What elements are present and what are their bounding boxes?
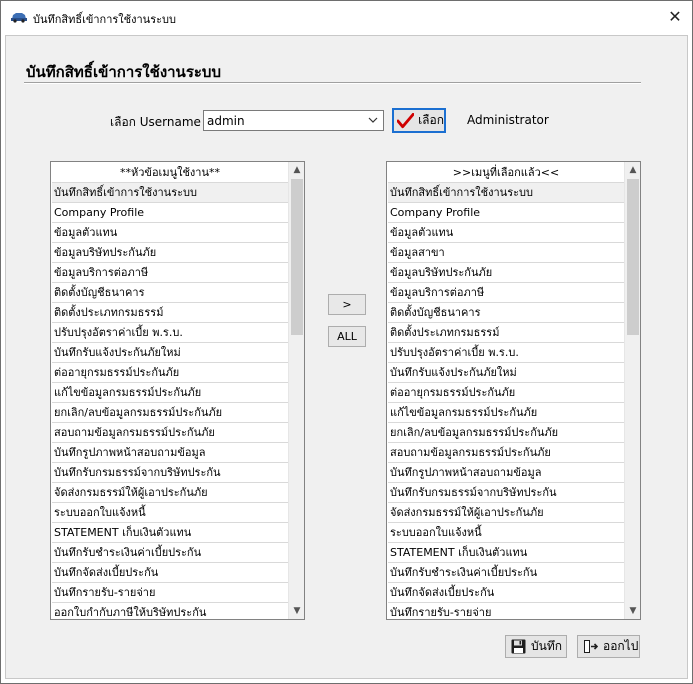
- scroll-down-icon[interactable]: ▼: [289, 603, 304, 619]
- scroll-down-icon[interactable]: ▼: [625, 603, 640, 619]
- username-label: เลือก Username: [110, 115, 201, 129]
- list-item[interactable]: ติดตั้งประเภทกรมธรรม์: [388, 323, 624, 343]
- list-item[interactable]: บันทึกจัดส่งเบี้ยประกัน: [52, 563, 288, 583]
- selected-menu-list[interactable]: >>เมนูที่เลือกแล้ว<< บันทึกสิทธิ์เข้าการ…: [386, 161, 641, 620]
- list-item[interactable]: บันทึกสิทธิ์เข้าการใช้งานระบบ: [52, 183, 288, 203]
- list-item[interactable]: แก้ไขข้อมูลกรมธรรม์ประกันภัย: [388, 403, 624, 423]
- select-user-button[interactable]: เลือก: [392, 108, 446, 133]
- heading-divider: [24, 82, 641, 84]
- list-item[interactable]: ต่ออายุกรมธรรม์ประกันภัย: [388, 383, 624, 403]
- username-value: admin: [207, 114, 245, 128]
- list-item[interactable]: บันทึกสิทธิ์เข้าการใช้งานระบบ: [388, 183, 624, 203]
- list-item[interactable]: ยกเลิก/ลบข้อมูลกรมธรรม์ประกันภัย: [52, 403, 288, 423]
- available-menu-header: **หัวข้อเมนูใช้งาน**: [52, 163, 288, 183]
- username-combobox[interactable]: admin: [203, 110, 384, 131]
- scroll-thumb[interactable]: [291, 179, 303, 335]
- list-item[interactable]: บันทึกรับแจ้งประกันภัยใหม่: [52, 343, 288, 363]
- form-panel: บันทึกสิทธิ์เข้าการใช้งานระบบ เลือก User…: [5, 35, 688, 679]
- list-item[interactable]: บันทึกรับชำระเงินค่าเบี้ยประกัน: [388, 563, 624, 583]
- list-item[interactable]: ออกใบกำกับภาษีให้บริษัทประกัน: [52, 603, 288, 618]
- list-item[interactable]: ข้อมูลบริษัทประกันภัย: [388, 263, 624, 283]
- list-item[interactable]: บันทึกจัดส่งเบี้ยประกัน: [388, 583, 624, 603]
- list-item[interactable]: Company Profile: [388, 203, 624, 223]
- list-item[interactable]: บันทึกรับแจ้งประกันภัยใหม่: [388, 363, 624, 383]
- list-item[interactable]: ติดตั้งประเภทกรมธรรม์: [52, 303, 288, 323]
- selected-menu-scrollbar[interactable]: ▲ ▼: [624, 162, 640, 619]
- list-item[interactable]: ปรับปรุงอัตราค่าเบี้ย พ.ร.บ.: [52, 323, 288, 343]
- list-item[interactable]: ติดตั้งบัญชีธนาคาร: [52, 283, 288, 303]
- list-item[interactable]: บันทึกรับกรมธรรม์จากบริษัทประกัน: [388, 483, 624, 503]
- available-menu-list[interactable]: **หัวข้อเมนูใช้งาน** บันทึกสิทธิ์เข้าการ…: [50, 161, 305, 620]
- exit-button[interactable]: ออกไป: [577, 635, 640, 658]
- list-item[interactable]: ติดตั้งบัญชีธนาคาร: [388, 303, 624, 323]
- scroll-up-icon[interactable]: ▲: [625, 162, 640, 178]
- list-item[interactable]: ต่ออายุกรมธรรม์ประกันภัย: [52, 363, 288, 383]
- list-item[interactable]: ระบบออกใบแจ้งหนี้: [388, 523, 624, 543]
- selected-menu-header: >>เมนูที่เลือกแล้ว<<: [388, 163, 624, 183]
- list-item[interactable]: STATEMENT เก็บเงินตัวแทน: [388, 543, 624, 563]
- list-item[interactable]: STATEMENT เก็บเงินตัวแทน: [52, 523, 288, 543]
- list-item[interactable]: ข้อมูลตัวแทน: [52, 223, 288, 243]
- add-selected-button[interactable]: >: [328, 294, 366, 315]
- select-button-label: เลือก: [418, 113, 444, 127]
- list-item[interactable]: ข้อมูลสาขา: [388, 243, 624, 263]
- close-button[interactable]: ✕: [657, 1, 693, 32]
- available-menu-rows: **หัวข้อเมนูใช้งาน** บันทึกสิทธิ์เข้าการ…: [52, 163, 288, 618]
- list-item[interactable]: บันทึกรับชำระเงินค่าเบี้ยประกัน: [52, 543, 288, 563]
- list-item[interactable]: บันทึกรูปภาพหน้าสอบถามข้อมูล: [388, 463, 624, 483]
- save-button[interactable]: บันทึก: [505, 635, 567, 658]
- list-item[interactable]: จัดส่งกรมธรรม์ให้ผู้เอาประกันภัย: [388, 503, 624, 523]
- list-item[interactable]: สอบถามข้อมูลกรมธรรม์ประกันภัย: [52, 423, 288, 443]
- list-item[interactable]: ข้อมูลบริการต่อภาษี: [52, 263, 288, 283]
- list-item[interactable]: สอบถามข้อมูลกรมธรรม์ประกันภัย: [388, 443, 624, 463]
- form-heading: บันทึกสิทธิ์เข้าการใช้งานระบบ: [26, 63, 221, 81]
- list-item[interactable]: บันทึกรายรับ-รายจ่าย: [52, 583, 288, 603]
- dialog-window: บันทึกสิทธิ์เข้าการใช้งานระบบ ✕ บันทึกสิ…: [0, 0, 693, 684]
- window-title: บันทึกสิทธิ์เข้าการใช้งานระบบ: [33, 13, 176, 26]
- list-item[interactable]: ยกเลิก/ลบข้อมูลกรมธรรม์ประกันภัย: [388, 423, 624, 443]
- chevron-down-icon[interactable]: [365, 112, 381, 129]
- scroll-up-icon[interactable]: ▲: [289, 162, 304, 178]
- list-item[interactable]: ระบบออกใบแจ้งหนี้: [52, 503, 288, 523]
- list-item[interactable]: ข้อมูลตัวแทน: [388, 223, 624, 243]
- exit-button-label: ออกไป: [603, 639, 639, 653]
- save-button-label: บันทึก: [531, 639, 562, 653]
- available-menu-scrollbar[interactable]: ▲ ▼: [288, 162, 304, 619]
- list-item[interactable]: แก้ไขข้อมูลกรมธรรม์ประกันภัย: [52, 383, 288, 403]
- check-icon: [397, 112, 415, 128]
- selected-menu-rows: >>เมนูที่เลือกแล้ว<< บันทึกสิทธิ์เข้าการ…: [388, 163, 624, 618]
- list-item[interactable]: จัดส่งกรมธรรม์ให้ผู้เอาประกันภัย: [52, 483, 288, 503]
- list-item[interactable]: Company Profile: [52, 203, 288, 223]
- add-all-button[interactable]: ALL: [328, 326, 366, 347]
- list-item[interactable]: บันทึกรับกรมธรรม์จากบริษัทประกัน: [52, 463, 288, 483]
- list-item[interactable]: บันทึกรายรับ-รายจ่าย: [388, 603, 624, 618]
- list-item[interactable]: ปรับปรุงอัตราค่าเบี้ย พ.ร.บ.: [388, 343, 624, 363]
- user-role-text: Administrator: [467, 113, 549, 127]
- list-item[interactable]: ข้อมูลบริษัทประกันภัย: [52, 243, 288, 263]
- scroll-thumb[interactable]: [627, 179, 639, 335]
- exit-door-icon: [584, 640, 598, 653]
- title-bar: บันทึกสิทธิ์เข้าการใช้งานระบบ ✕: [1, 1, 692, 33]
- floppy-disk-icon: [511, 639, 526, 654]
- list-item[interactable]: บันทึกรูปภาพหน้าสอบถามข้อมูล: [52, 443, 288, 463]
- car-icon: [11, 13, 27, 23]
- list-item[interactable]: ข้อมูลบริการต่อภาษี: [388, 283, 624, 303]
